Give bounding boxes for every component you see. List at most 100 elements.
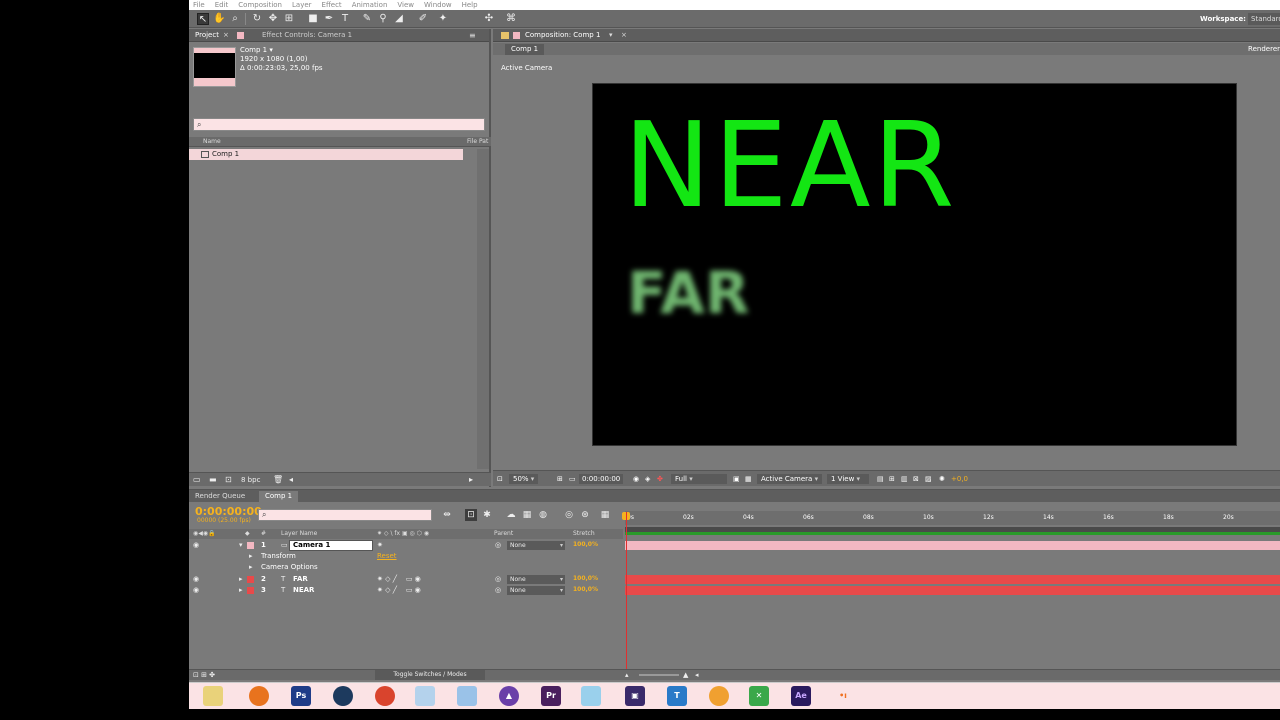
- scroll-right-icon[interactable]: ▸: [469, 475, 473, 484]
- region-of-interest-icon[interactable]: ▣: [733, 474, 740, 484]
- menu-composition[interactable]: Composition: [238, 1, 282, 9]
- composition-viewer[interactable]: NEAR FAR: [592, 83, 1237, 446]
- stretch-value[interactable]: 100,0%: [573, 541, 598, 548]
- xa-app-icon[interactable]: ✕: [749, 686, 769, 706]
- column-file-path[interactable]: File Pat: [467, 138, 488, 145]
- eye-icon[interactable]: ◉: [193, 542, 201, 549]
- folder-icon[interactable]: [457, 686, 477, 706]
- close-icon[interactable]: ×: [223, 31, 229, 39]
- trash-icon[interactable]: 🗑: [273, 475, 283, 484]
- graph-editor-icon[interactable]: ▦: [599, 509, 611, 521]
- lock-icon[interactable]: [501, 32, 509, 39]
- chrome-icon[interactable]: [375, 686, 395, 706]
- pan-behind-tool-icon[interactable]: ⊞: [283, 13, 295, 25]
- after-effects-icon[interactable]: Ae: [791, 686, 811, 706]
- tab-comp-1[interactable]: Comp 1: [259, 491, 299, 502]
- layer-row-far[interactable]: ◉ ▸ 2 T FAR ✷ ◇ ╱ ▭ ◉ ◎ None 100,0%: [189, 574, 623, 585]
- toggle-panes-icon[interactable]: ⊡ ⊞ ✤: [193, 671, 215, 679]
- channel-icon[interactable]: ✤: [657, 474, 663, 484]
- layer-switches-icon[interactable]: ✷ ◇ ╱ ▭ ◉: [377, 586, 421, 594]
- navigator-icon[interactable]: ▣: [625, 686, 645, 706]
- menu-effect[interactable]: Effect: [322, 1, 342, 9]
- layer-row-near[interactable]: ◉ ▸ 3 T NEAR ✷ ◇ ╱ ▭ ◉ ◎ None 100,0%: [189, 585, 623, 596]
- hand-tool-icon[interactable]: ✋: [213, 13, 225, 25]
- workspace-select[interactable]: Standard: [1248, 13, 1280, 25]
- scroll-left-icon[interactable]: ◂: [289, 475, 293, 484]
- pickwhip-icon[interactable]: ◎: [495, 575, 501, 583]
- transparency-grid-icon[interactable]: ▦: [745, 474, 752, 484]
- eraser-tool-icon[interactable]: ◢: [393, 13, 405, 25]
- far-text-layer[interactable]: FAR: [627, 264, 750, 322]
- layer-name[interactable]: FAR: [293, 575, 308, 583]
- chevron-down-icon[interactable]: ▾: [239, 541, 243, 549]
- brainstorm-icon[interactable]: ◎: [563, 509, 575, 521]
- layer-switches-icon[interactable]: ✷ ◇ ╱ ▭ ◉: [377, 575, 421, 583]
- arrow-app-icon[interactable]: ▲: [499, 686, 519, 706]
- snapshot-icon[interactable]: ◉: [633, 474, 639, 484]
- column-stretch[interactable]: Stretch: [573, 530, 595, 537]
- menu-edit[interactable]: Edit: [215, 1, 229, 9]
- chevron-right-icon[interactable]: ▸: [249, 552, 253, 560]
- selection-tool-icon[interactable]: ↖: [197, 13, 209, 25]
- zoom-in-icon[interactable]: ▲: [683, 671, 688, 679]
- pickwhip-icon[interactable]: ◎: [495, 586, 501, 594]
- label-color-swatch[interactable]: [247, 576, 254, 583]
- layer-name-field[interactable]: Camera 1: [289, 540, 373, 551]
- bit-depth[interactable]: 8 bpc: [241, 476, 260, 484]
- column-layer-name[interactable]: Layer Name: [281, 530, 317, 537]
- chevron-right-icon[interactable]: ▸: [249, 563, 253, 571]
- zoom-slider[interactable]: [639, 674, 679, 676]
- timeline-search-input[interactable]: ⌕: [258, 509, 432, 521]
- parent-select[interactable]: None: [507, 541, 565, 550]
- toggle-pixel-icon[interactable]: ▤: [877, 474, 884, 484]
- blender-icon[interactable]: [709, 686, 729, 706]
- parent-select[interactable]: None: [507, 586, 565, 595]
- eye-icon[interactable]: ◉: [193, 576, 201, 583]
- type-tool-icon[interactable]: T: [339, 13, 351, 25]
- camera-options-group[interactable]: ▸ Camera Options: [189, 562, 623, 573]
- world-axis-icon[interactable]: ⌘: [505, 13, 517, 25]
- near-text-layer[interactable]: NEAR: [623, 106, 957, 224]
- paint-icon[interactable]: [581, 686, 601, 706]
- file-explorer-icon[interactable]: [203, 686, 223, 706]
- transform-group[interactable]: ▸ Transform Reset: [189, 551, 623, 562]
- motion-blur-icon[interactable]: ◍: [537, 509, 549, 521]
- chevron-right-icon[interactable]: ▸: [239, 586, 243, 594]
- resolution-select[interactable]: Full: [671, 474, 727, 484]
- brush-tool-icon[interactable]: ✎: [361, 13, 373, 25]
- project-search-input[interactable]: ⌕: [193, 118, 485, 131]
- show-snapshot-icon[interactable]: ◈: [645, 474, 650, 484]
- menu-animation[interactable]: Animation: [352, 1, 388, 9]
- time-ruler[interactable]: 0s 02s 04s 06s 08s 10s 12s 14s 16s 18s 2…: [625, 511, 1280, 525]
- layer-duration-bar-camera-1[interactable]: [625, 541, 1280, 550]
- interpret-footage-icon[interactable]: ▭: [193, 475, 201, 484]
- scroll-left-icon[interactable]: ◂: [695, 671, 699, 679]
- layer-duration-bar-far[interactable]: [625, 575, 1280, 584]
- comp-name[interactable]: Comp 1 ▾: [240, 46, 273, 54]
- exposure-icon[interactable]: ✺: [939, 474, 945, 484]
- fast-previews-icon[interactable]: ⊞: [889, 474, 895, 484]
- column-name[interactable]: Name: [203, 138, 221, 145]
- label-color-swatch[interactable]: [247, 542, 254, 549]
- browser-icon[interactable]: [333, 686, 353, 706]
- live-update-icon[interactable]: ⊡: [465, 509, 477, 521]
- zoom-out-icon[interactable]: ▴: [625, 671, 629, 679]
- comp-breadcrumb[interactable]: Comp 1: [505, 44, 545, 55]
- layer-duration-bar-near[interactable]: [625, 586, 1280, 595]
- menu-layer[interactable]: Layer: [292, 1, 312, 9]
- media-player-icon[interactable]: [415, 686, 435, 706]
- rotate-tool-icon[interactable]: ↻: [251, 13, 263, 25]
- layer-row-camera-1[interactable]: ◉ ▾ 1 ▭ Camera 1 ✷ ◎ None 100,0%: [189, 540, 623, 551]
- tab-effect-controls[interactable]: Effect Controls: Camera 1: [262, 31, 352, 39]
- layer-name[interactable]: NEAR: [293, 586, 314, 594]
- timeline-icon[interactable]: ▥: [901, 474, 908, 484]
- tab-render-queue[interactable]: Render Queue: [195, 492, 245, 500]
- tab-project[interactable]: Project: [195, 31, 219, 39]
- comp-mini-flowchart-icon[interactable]: ⇹: [441, 509, 453, 521]
- stretch-value[interactable]: 100,0%: [573, 586, 598, 593]
- premiere-icon[interactable]: Pr: [541, 686, 561, 706]
- tab-composition[interactable]: Composition: Comp 1: [525, 31, 600, 39]
- pickwhip-icon[interactable]: ◎: [495, 541, 501, 549]
- auto-keyframe-icon[interactable]: ⊛: [579, 509, 591, 521]
- current-time-indicator[interactable]: [626, 512, 627, 672]
